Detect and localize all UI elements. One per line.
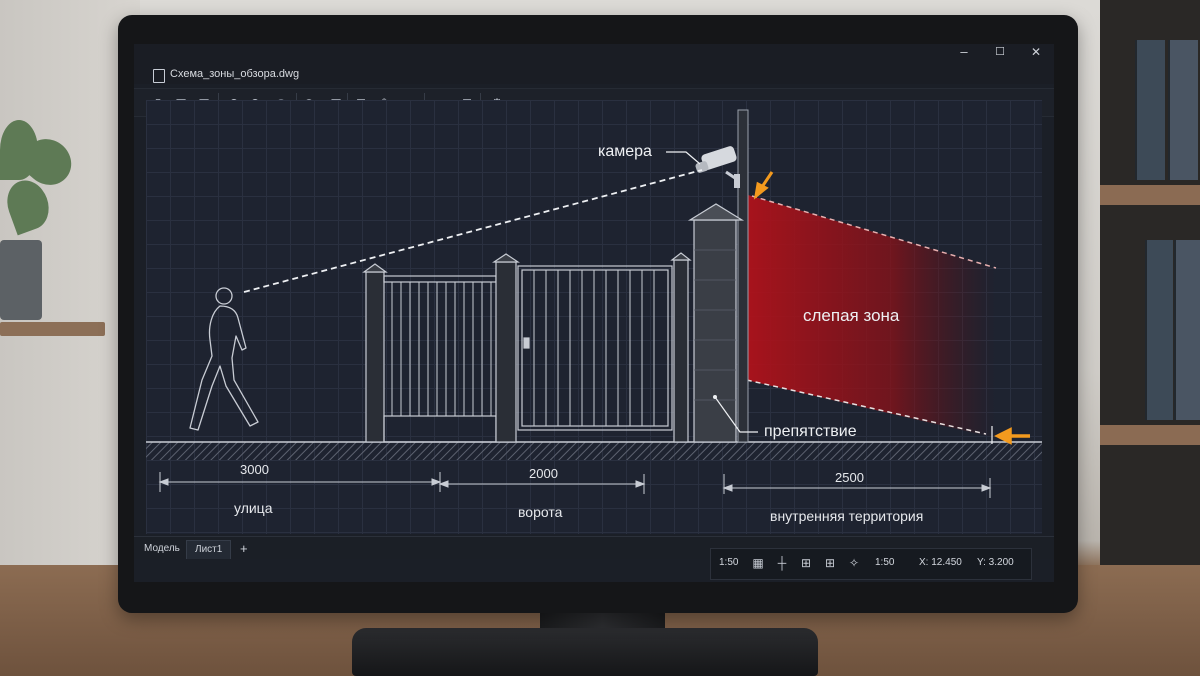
y-coordinate: Y: 3.200 xyxy=(977,557,1014,568)
dimension-value-territory: 2500 xyxy=(835,470,864,485)
x-coordinate: X: 12.450 xyxy=(919,557,962,568)
title-bar: Схема_зоны_обзора.dwg – ☐ ✕ xyxy=(134,44,1054,84)
cad-drawing xyxy=(146,109,1042,498)
polar-icon[interactable]: ✧ xyxy=(847,556,861,570)
annotation-scale[interactable]: 1:50 xyxy=(875,557,894,568)
dimension-caption-gate: ворота xyxy=(518,504,563,520)
arrow-top xyxy=(753,171,774,200)
status-panel: 1:50 ▦ ┼ ⊞ ⊞ ✧ 1:50 X: 12.450 Y: 3.200 xyxy=(710,548,1032,580)
walking-person xyxy=(189,287,259,431)
dimension-value-street: 3000 xyxy=(240,462,269,477)
minimize-button[interactable]: – xyxy=(949,44,979,60)
dimension-value-gate: 2000 xyxy=(529,466,558,481)
scale-readout[interactable]: 1:50 xyxy=(719,557,738,568)
dimension-caption-territory: внутренняя территория xyxy=(770,508,924,524)
ground-hatch xyxy=(146,442,1042,460)
camera-leader xyxy=(666,151,701,165)
sight-line xyxy=(243,169,703,293)
monitor-base xyxy=(352,628,818,676)
drawing-canvas[interactable]: камера слепая зона препятствие 3000 улиц… xyxy=(146,100,1042,534)
grid-icon[interactable]: ▦ xyxy=(751,556,765,570)
gate xyxy=(517,252,692,443)
grid-alt-icon[interactable]: ⊞ xyxy=(823,556,837,570)
obstacle-pillar xyxy=(693,219,737,443)
dimension-lines xyxy=(158,472,992,498)
wall-shelf xyxy=(0,322,105,336)
obstacle-label: препятствие xyxy=(764,423,857,440)
cad-app-window: Схема_зоны_обзора.dwg – ☐ ✕ ▯ ▣ ▤ ↶ ↷ ↷ … xyxy=(134,44,1054,582)
bookcase xyxy=(1100,0,1200,600)
fence xyxy=(362,253,520,443)
plant-pot xyxy=(0,240,42,320)
camera-device xyxy=(695,146,740,188)
dimension-caption-street: улица xyxy=(234,500,273,516)
camera-label: камера xyxy=(598,143,652,160)
close-button[interactable]: ✕ xyxy=(1021,44,1051,60)
window-title: Схема_зоны_обзора.dwg xyxy=(170,68,300,80)
arrow-bottom xyxy=(994,427,1030,445)
status-bar: 1:50 ▦ ┼ ⊞ ⊞ ✧ 1:50 X: 12.450 Y: 3.200 xyxy=(134,544,1054,582)
ortho-icon[interactable]: ⊞ xyxy=(799,556,813,570)
file-icon xyxy=(153,69,165,83)
blind-zone-label: слепая зона xyxy=(803,306,900,325)
snap-icon[interactable]: ┼ xyxy=(775,556,789,570)
camera-pole xyxy=(737,109,749,443)
maximize-button[interactable]: ☐ xyxy=(985,44,1015,60)
pillar-cap xyxy=(687,203,745,221)
